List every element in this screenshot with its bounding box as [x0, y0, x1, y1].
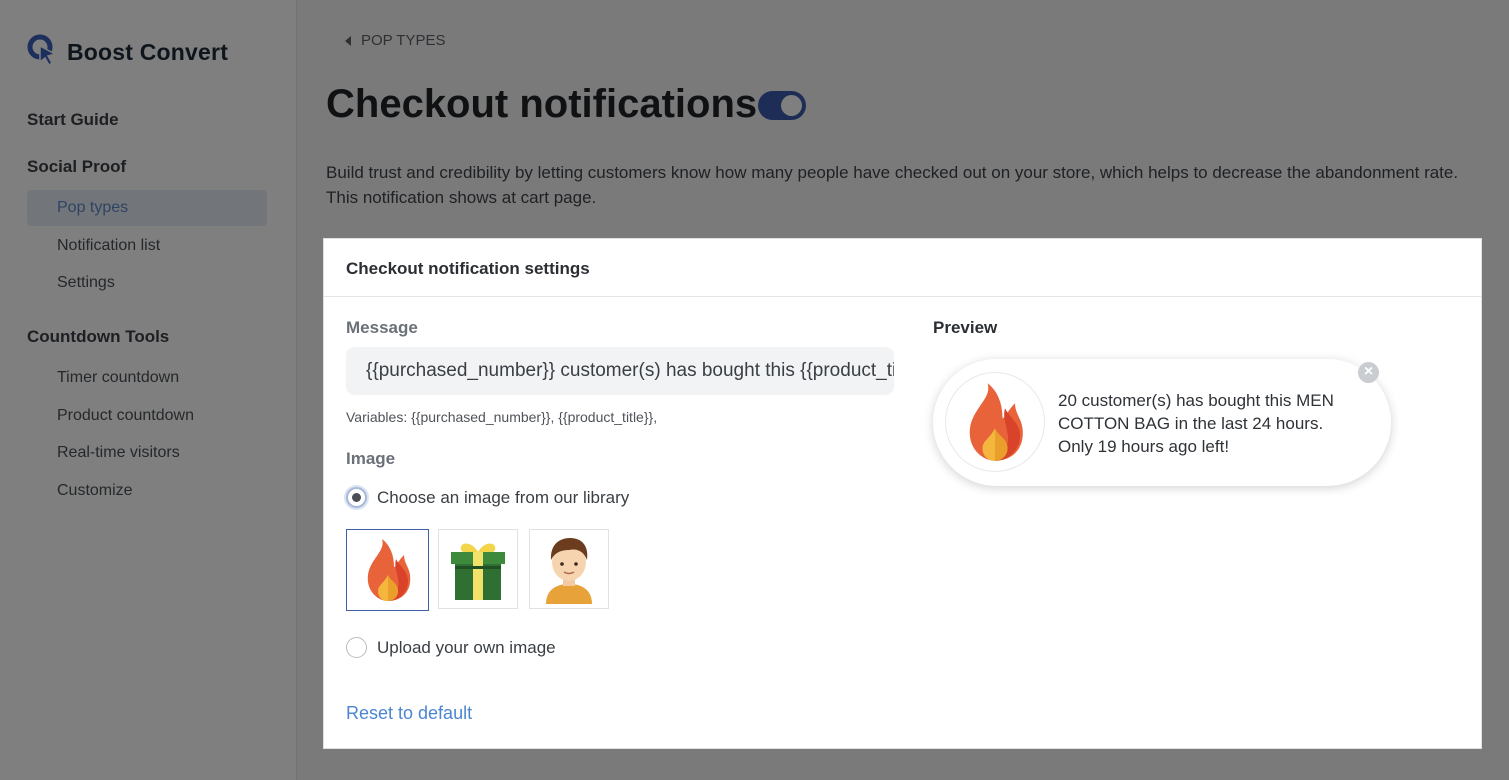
settings-card: Checkout notification settings Message {…	[323, 238, 1482, 749]
dim-overlay-bottom	[323, 749, 1482, 780]
library-option[interactable]: Choose an image from our library	[346, 487, 629, 508]
page-title: Checkout notifications	[326, 82, 758, 126]
library-radio[interactable]	[346, 487, 367, 508]
sidebar-item-product-countdown[interactable]: Product countdown	[27, 398, 267, 434]
toggle-knob	[781, 95, 802, 116]
library-option-label: Choose an image from our library	[377, 487, 630, 507]
boost-convert-logo-icon	[27, 34, 57, 71]
close-icon[interactable]: ×	[1358, 362, 1379, 383]
thumbnail-gift[interactable]	[438, 529, 518, 609]
sidebar-section-social-proof: Social Proof	[27, 157, 127, 176]
sidebar-section-start-guide[interactable]: Start Guide	[27, 110, 119, 130]
gift-icon	[451, 543, 505, 600]
variables-hint: Variables: {{purchased_number}}, {{produ…	[346, 409, 658, 425]
sidebar-item-notification-list[interactable]: Notification list	[27, 228, 267, 264]
message-input[interactable]: {{purchased_number}} customer(s) has bou…	[346, 347, 894, 395]
brand[interactable]: Boost Convert	[27, 34, 228, 71]
fire-icon	[367, 539, 410, 601]
fire-icon	[969, 383, 1023, 461]
upload-radio[interactable]	[346, 637, 367, 658]
sidebar-item-real-time-visitors[interactable]: Real-time visitors	[27, 435, 267, 471]
card-title: Checkout notification settings	[324, 239, 1481, 297]
sidebar-item-settings[interactable]: Settings	[27, 265, 267, 301]
sidebar-item-customize[interactable]: Customize	[27, 473, 267, 509]
brand-name: Boost Convert	[67, 39, 229, 65]
sidebar-section-countdown-tools: Countdown Tools	[27, 327, 170, 346]
chevron-left-icon	[345, 35, 351, 46]
enable-toggle[interactable]	[758, 91, 806, 120]
preview-text: 20 customer(s) has bought this MEN COTTO…	[1058, 391, 1334, 456]
message-label: Message	[346, 318, 418, 337]
reset-to-default-link[interactable]: Reset to default	[346, 703, 472, 724]
person-avatar-icon	[546, 538, 592, 604]
breadcrumb-label: POP TYPES	[361, 32, 446, 49]
dim-overlay-right	[1482, 238, 1509, 780]
thumbnail-person[interactable]	[529, 529, 609, 609]
preview-popup: 20 customer(s) has bought this MEN COTTO…	[933, 359, 1391, 486]
sidebar-item-timer-countdown[interactable]: Timer countdown	[27, 360, 267, 396]
image-label: Image	[346, 449, 396, 468]
page-description: Build trust and credibility by letting c…	[326, 163, 1459, 207]
sidebar-item-pop-types[interactable]: Pop types	[27, 190, 267, 226]
thumbnail-fire[interactable]	[346, 529, 429, 611]
preview-image	[945, 372, 1045, 472]
upload-option[interactable]: Upload your own image	[346, 637, 556, 658]
breadcrumb[interactable]: POP TYPES	[345, 32, 446, 49]
sidebar: Boost Convert Start Guide Social Proof P…	[0, 0, 297, 780]
upload-option-label: Upload your own image	[377, 637, 556, 657]
preview-label: Preview	[933, 318, 998, 337]
